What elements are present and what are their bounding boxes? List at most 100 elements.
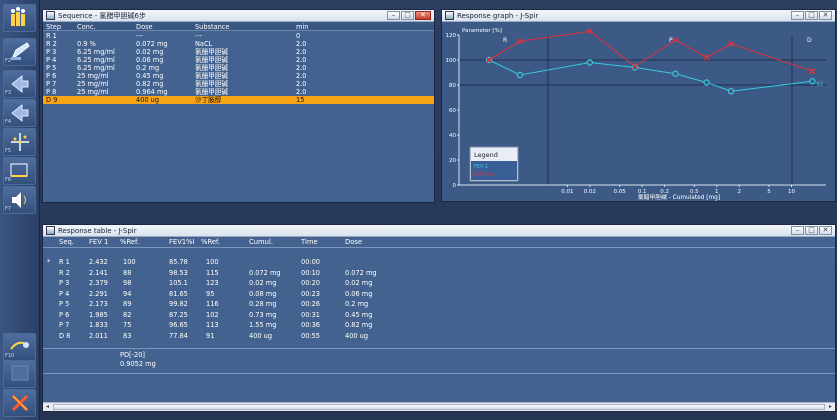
response-cell-ref: 75 <box>123 321 132 329</box>
col-fev1: FEV 1 <box>89 238 109 246</box>
response-table-row[interactable]: D 8 2.011 83 77.84 91 400 ug 00:55 400 ug <box>43 332 835 340</box>
maximize-button[interactable]: □ <box>805 11 818 20</box>
fev1-point <box>703 79 710 86</box>
response-cell-ref2: 91 <box>206 331 215 340</box>
window-icon <box>46 226 55 235</box>
response-cell-cumul: 0.08 mg <box>249 289 277 298</box>
sequence-row[interactable]: P 8 25 mg/ml 0.964 mg 氯醋甲胆碱 2.0 <box>43 88 434 96</box>
response-cell-ref2: 123 <box>206 279 219 287</box>
close-button[interactable]: ✕ <box>415 11 431 20</box>
response-cell-fev1pi: 81.65 <box>169 289 188 298</box>
x-tick-label: 0.05 <box>613 189 626 195</box>
close-button[interactable]: ✕ <box>819 226 832 235</box>
response-cell-ref: 98 <box>123 279 132 287</box>
response-cell-ref2: 102 <box>206 310 219 319</box>
maximize-button[interactable]: □ <box>401 11 414 20</box>
toolbar-button-spirometer[interactable]: F10 <box>3 333 36 361</box>
response-cell-ref: 88 <box>123 268 132 277</box>
sequence-cell-dose: 0.964 mg <box>136 88 168 96</box>
response-table-row[interactable]: P 6 1.985 82 87.25 102 0.73 mg 00:31 0.45 mg <box>43 311 835 319</box>
col-fev1pi: FEV1%I <box>169 238 195 246</box>
y-tick-label: 20 <box>449 158 456 164</box>
speaker-icon <box>8 188 32 212</box>
response-table-titlebar[interactable]: Response table - J-Spir – □ ✕ <box>43 225 835 237</box>
sequence-titlebar[interactable]: Sequence - 氯醋甲胆碱6步 – □ ✕ <box>43 10 434 22</box>
x-tick-label: 2 <box>738 189 742 195</box>
toolbar-button-edit-pen[interactable]: F2 <box>3 38 36 66</box>
sequence-row[interactable]: P 4 6.25 mg/ml 0.06 mg 氯醋甲胆碱 2.0 <box>43 56 434 64</box>
pd-value-row: 0.9052 mg <box>43 360 835 368</box>
response-cell-fev1: 2.173 <box>89 300 108 308</box>
sequence-cell-conc: 25 mg/ml <box>77 88 109 96</box>
response-table-row[interactable]: P 4 2.291 94 81.65 95 0.08 mg 00:23 0.06 mg <box>43 290 835 298</box>
response-table: Seq. FEV 1 %Ref. FEV1%I %Ref. Cumul. Tim… <box>43 237 835 402</box>
response-cell-time: 00:36 <box>301 321 321 329</box>
toolbar-button-exit[interactable] <box>3 389 36 417</box>
scroll-right-icon[interactable]: ▸ <box>826 403 835 411</box>
response-cell-fev1pi: 105.1 <box>169 279 188 287</box>
sequence-row[interactable]: P 7 25 mg/ml 0.82 mg 氯醋甲胆碱 2.0 <box>43 80 434 88</box>
response-cell-dose: 0.2 mg <box>345 300 369 308</box>
graph-titlebar[interactable]: Response graph - J-Spir – □ ✕ <box>442 10 835 22</box>
sequence-cell-min: 2.0 <box>296 88 307 96</box>
toolbar-button-arrow[interactable]: F4 <box>3 99 36 127</box>
legend-title: Legend <box>474 151 498 159</box>
response-chart: 0204060801001200.01 0.02 0.05 0.1 0.2 0.5 1 2 5 1… <box>446 28 826 201</box>
toolbar-button-speaker[interactable]: F7 <box>3 186 36 214</box>
pd-separator <box>43 348 835 349</box>
minimize-button[interactable]: – <box>387 11 400 20</box>
sequence-row[interactable]: P 3 6.25 mg/ml 0.02 mg 氯醋甲胆碱 2.0 <box>43 48 434 56</box>
toolbar-button-team[interactable] <box>3 4 36 32</box>
minimize-button[interactable]: – <box>791 226 804 235</box>
sequence-cell-dose: 0.06 mg <box>136 56 164 64</box>
sequence-cell-step: P 4 <box>46 56 57 64</box>
function-key-label: F6 <box>5 177 12 183</box>
scrollbar-thumb[interactable] <box>53 404 825 410</box>
toolbar-button-chart-tool[interactable]: F6 <box>3 157 36 185</box>
sequence-cell-step: P 8 <box>46 88 57 96</box>
sequence-cell-substance: 氯醋甲胆碱 <box>195 64 228 72</box>
response-cell-time: 00:00 <box>301 258 321 266</box>
minimize-button[interactable]: – <box>791 11 804 20</box>
toolbar-button-graph[interactable]: F5 <box>3 128 36 156</box>
response-cell-cumul: 0.28 mg <box>249 300 277 308</box>
function-key-label: F10 <box>5 353 15 359</box>
x-tick-label: 0.02 <box>584 189 596 195</box>
sequence-cell-step: R 2 <box>46 40 57 48</box>
response-cell-time: 00:31 <box>301 310 321 319</box>
response-cell-fev1: 1.985 <box>89 310 108 319</box>
response-table-row[interactable]: R 2 2.141 88 98.53 115 0.072 mg 00:10 0.072 mg <box>43 269 835 277</box>
response-table-row[interactable]: P 3 2.379 98 105.1 123 0.02 mg 00:20 0.02 mg <box>43 279 835 287</box>
y-tick-label: 120 <box>446 33 457 39</box>
scroll-left-icon[interactable]: ◂ <box>43 403 52 411</box>
response-table-row[interactable]: P 7 1.833 75 96.65 113 1.55 mg 00:36 0.82 mg <box>43 321 835 329</box>
x-tick-label: 0.01 <box>561 189 573 195</box>
sequence-row[interactable]: D 9 400 ug 沙丁胺醇 15 <box>43 96 434 104</box>
sequence-row[interactable]: R 1 --- --- 0 <box>43 32 434 40</box>
response-table-row[interactable]: * R 1 2.432 100 85.78 100 00:00 <box>43 258 835 266</box>
sequence-cell-dose: 0.2 mg <box>136 64 160 72</box>
left-toolbar: F2 F3 F4 F5 F6 F7 F10 <box>0 0 40 420</box>
response-cell-fev1: 2.291 <box>89 289 108 298</box>
sequence-cell-min: 2.0 <box>296 56 307 64</box>
response-table-row[interactable]: P 5 2.173 89 99.82 116 0.28 mg 00:26 0.2 mg <box>43 300 835 308</box>
maximize-button[interactable]: □ <box>805 226 818 235</box>
sequence-row[interactable]: R 2 0.9 % 0.072 mg NaCL 2.0 <box>43 40 434 48</box>
horizontal-scrollbar[interactable]: ◂ ▸ <box>43 402 835 411</box>
fev1-point <box>809 78 816 85</box>
sequence-cell-conc: 25 mg/ml <box>77 80 109 88</box>
sequence-cell-dose: 0.02 mg <box>136 48 164 56</box>
point-value-label: 92 <box>816 81 823 87</box>
team-icon <box>8 6 32 30</box>
toolbar-button-blank[interactable] <box>3 360 36 388</box>
response-cell-fev1pi: 85.78 <box>169 258 188 266</box>
app: F2 F3 F4 F5 F6 F7 F10 Sequence - 氯醋甲胆碱6步 – □ ✕… <box>0 0 837 420</box>
close-button[interactable]: ✕ <box>819 11 832 20</box>
response-cell-ref: 94 <box>123 289 132 298</box>
sequence-row[interactable]: P 5 6.25 mg/ml 0.2 mg 氯醋甲胆碱 2.0 <box>43 64 434 72</box>
toolbar-button-arrow[interactable]: F3 <box>3 70 36 98</box>
y-tick-label: 60 <box>449 108 456 114</box>
sequence-cell-substance: 氯醋甲胆碱 <box>195 72 228 80</box>
sequence-row[interactable]: P 6 25 mg/ml 0.45 mg 氯醋甲胆碱 2.0 <box>43 72 434 80</box>
graph-title: Response graph - J-Spir <box>457 11 539 20</box>
